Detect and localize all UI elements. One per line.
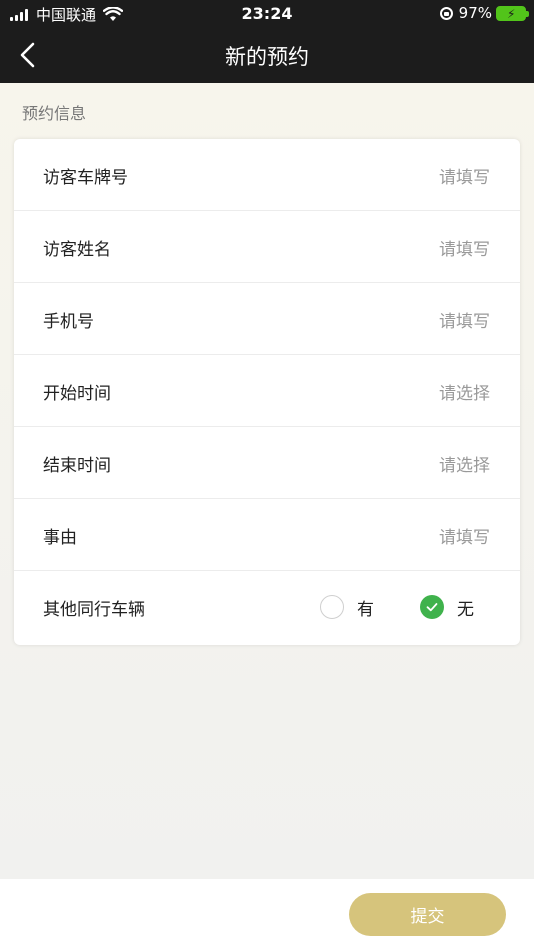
battery-icon: ⚡ <box>496 5 529 21</box>
form-row-phone[interactable]: 手机号 请填写 <box>14 283 520 355</box>
content-area: 预约信息 访客车牌号 请填写 访客姓名 请填写 手机号 请填写 开始时间 请选择… <box>0 83 534 879</box>
radio-yes[interactable] <box>320 595 344 619</box>
section-title: 预约信息 <box>22 104 87 123</box>
start-time-select[interactable]: 请选择 <box>370 379 490 404</box>
name-input[interactable]: 请填写 <box>370 235 490 260</box>
radio-yes-label[interactable]: 有 <box>357 595 374 620</box>
field-label: 访客车牌号 <box>43 168 128 188</box>
radio-no-label[interactable]: 无 <box>457 595 474 620</box>
status-right: 97% ⚡ <box>439 4 529 22</box>
form-row-end-time[interactable]: 结束时间 请选择 <box>14 427 520 499</box>
plate-input[interactable]: 请填写 <box>370 163 490 188</box>
status-bar: 中国联通 23:24 97% ⚡ <box>0 0 534 28</box>
radio-no[interactable] <box>420 595 444 619</box>
form-card: 访客车牌号 请填写 访客姓名 请填写 手机号 请填写 开始时间 请选择 结束时间… <box>14 139 520 645</box>
field-label: 访客姓名 <box>43 240 111 260</box>
battery-percent: 97% <box>458 4 492 22</box>
form-row-companion: 其他同行车辆 有 无 <box>14 571 520 643</box>
end-time-select[interactable]: 请选择 <box>370 451 490 476</box>
reason-input[interactable]: 请填写 <box>370 523 490 548</box>
field-label: 开始时间 <box>43 384 111 404</box>
bottom-bar: 提交 <box>0 879 534 950</box>
top-bar: 中国联通 23:24 97% ⚡ 新的预约 <box>0 0 534 83</box>
nav-bar: 新的预约 <box>0 28 534 83</box>
form-row-start-time[interactable]: 开始时间 请选择 <box>14 355 520 427</box>
phone-input[interactable]: 请填写 <box>370 307 490 332</box>
page-title: 新的预约 <box>225 45 309 69</box>
form-row-name[interactable]: 访客姓名 请填写 <box>14 211 520 283</box>
companion-radio-group: 有 无 <box>320 571 500 643</box>
form-row-plate[interactable]: 访客车牌号 请填写 <box>14 139 520 211</box>
form-row-reason[interactable]: 事由 请填写 <box>14 499 520 571</box>
field-label: 其他同行车辆 <box>43 600 145 620</box>
field-label: 结束时间 <box>43 456 111 476</box>
submit-button[interactable]: 提交 <box>349 893 506 936</box>
field-label: 事由 <box>43 528 77 548</box>
field-label: 手机号 <box>43 312 94 332</box>
check-icon <box>426 603 438 612</box>
rotation-lock-icon <box>439 6 453 20</box>
